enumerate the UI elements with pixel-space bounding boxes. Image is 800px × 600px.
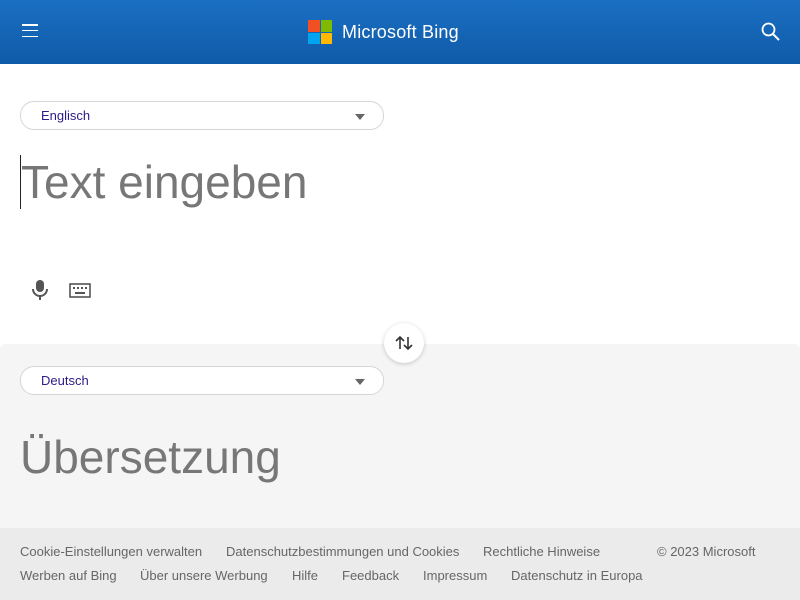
source-language-select[interactable]: Englisch (20, 101, 384, 130)
footer-link-help[interactable]: Hilfe (292, 568, 318, 583)
source-placeholder: Text eingeben (21, 156, 308, 208)
brand-logo[interactable]: Microsoft Bing (308, 20, 459, 44)
footer: Cookie-Einstellungen verwalten Datenschu… (0, 528, 800, 600)
search-icon[interactable] (760, 21, 782, 43)
header-bar: Microsoft Bing (0, 0, 800, 64)
footer-link-privacy[interactable]: Datenschutzbestimmungen und Cookies (226, 544, 459, 559)
swap-languages-button[interactable] (384, 323, 424, 363)
footer-link-feedback[interactable]: Feedback (342, 568, 399, 583)
footer-link-advertise[interactable]: Werben auf Bing (20, 568, 117, 583)
copyright: © 2023 Microsoft (657, 544, 756, 559)
hamburger-icon[interactable] (22, 24, 38, 38)
microphone-icon[interactable] (30, 278, 50, 302)
source-text-input[interactable]: Text eingeben (20, 155, 307, 209)
footer-link-impressum[interactable]: Impressum (423, 568, 487, 583)
brand-name: Microsoft Bing (342, 21, 459, 42)
microsoft-logo-icon (308, 20, 332, 44)
chevron-down-icon (355, 379, 365, 385)
footer-link-legal[interactable]: Rechtliche Hinweise (483, 544, 600, 559)
chevron-down-icon (355, 114, 365, 120)
footer-link-privacy-europe[interactable]: Datenschutz in Europa (511, 568, 643, 583)
footer-link-cookie-settings[interactable]: Cookie-Einstellungen verwalten (20, 544, 202, 559)
footer-link-about-ads[interactable]: Über unsere Werbung (140, 568, 268, 583)
target-language-select[interactable]: Deutsch (20, 366, 384, 395)
swap-arrows-icon (395, 335, 413, 351)
keyboard-icon[interactable] (69, 283, 91, 298)
translation-output: Übersetzung (20, 431, 281, 483)
target-language-label: Deutsch (41, 373, 89, 388)
source-language-label: Englisch (41, 108, 91, 123)
